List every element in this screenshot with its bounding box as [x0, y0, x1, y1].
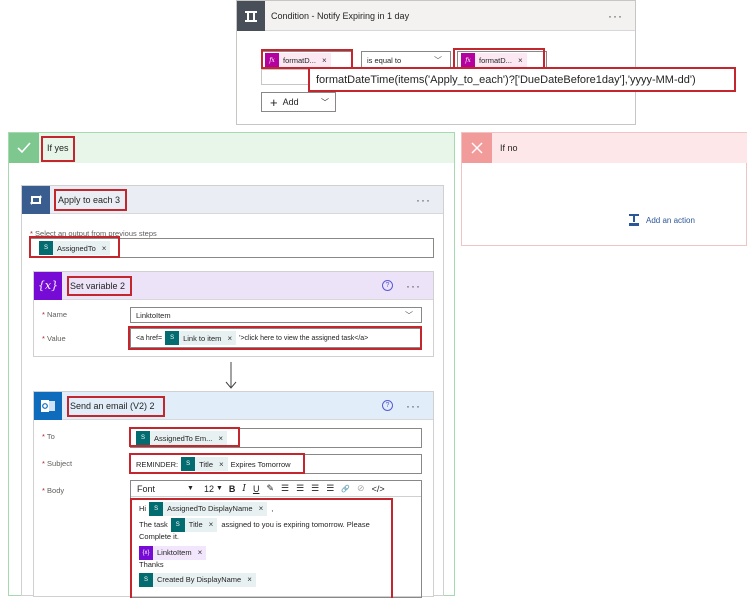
condition-header[interactable]: Condition - Notify Expiring in 1 day ··· [237, 0, 635, 31]
apply-to-each-card: Apply to each 3 ··· * Select an output f… [21, 185, 444, 598]
pen-icon[interactable]: ✎ [266, 483, 274, 494]
check-icon-box [9, 133, 39, 163]
highlight-left-operand [261, 49, 353, 69]
bold-icon[interactable]: B [229, 484, 236, 494]
variable-name-select[interactable]: LinktoItem ﹀ [130, 307, 422, 323]
font-select[interactable]: Font [137, 484, 187, 494]
condition-icon [237, 0, 265, 31]
bullet-list-icon[interactable]: ☰ [281, 483, 289, 494]
more-options-icon[interactable]: ··· [608, 9, 623, 23]
more-options-icon[interactable]: ··· [406, 279, 421, 293]
chevron-down-icon[interactable]: ▼ [187, 485, 194, 492]
to-label: * To [42, 432, 55, 441]
body-label: * Body [42, 486, 65, 495]
chevron-down-icon: ﹀ [321, 97, 329, 107]
underline-icon[interactable]: U [253, 484, 260, 494]
add-button[interactable]: + Add ﹀ [261, 92, 336, 112]
chevron-down-icon[interactable]: ▼ [216, 485, 223, 492]
name-label: * Name [42, 310, 68, 319]
link-icon[interactable]: 🔗 [341, 485, 350, 493]
if-no-branch: If no Add an action [461, 132, 747, 246]
highlight-variable-value [128, 326, 422, 350]
down-arrow-icon [225, 362, 237, 389]
plus-icon: + [270, 94, 278, 110]
more-options-icon[interactable]: ··· [406, 399, 421, 413]
chevron-down-icon: ﹀ [405, 310, 413, 320]
checkmark-icon [17, 142, 31, 154]
add-action-icon [629, 214, 639, 226]
code-view-icon[interactable]: </> [372, 484, 385, 494]
subject-label: * Subject [42, 459, 73, 468]
font-size-select[interactable]: 12 [204, 484, 214, 494]
italic-icon[interactable]: I [242, 484, 246, 494]
send-email-card: Send an email (V2) 2 ? ··· * To S Assigne… [33, 391, 434, 598]
add-action-button[interactable]: Add an action [628, 213, 695, 227]
help-icon[interactable]: ? [382, 400, 393, 411]
if-no-header: If no [462, 133, 747, 163]
chevron-down-icon: ﹀ [434, 55, 442, 65]
condition-card: Condition - Notify Expiring in 1 day ···… [236, 0, 736, 125]
loop-icon [22, 185, 50, 214]
value-label: * Value [42, 334, 66, 343]
variable-icon: {x} [34, 271, 62, 300]
outdent-icon[interactable]: ☰ [311, 483, 319, 494]
add-label: Add [282, 97, 299, 107]
help-icon[interactable]: ? [382, 280, 393, 291]
outlook-icon [34, 391, 62, 420]
highlight-body [130, 498, 393, 598]
add-action-label: Add an action [646, 215, 695, 225]
close-icon [471, 142, 483, 154]
if-yes-header: If yes [9, 133, 454, 163]
numbered-list-icon[interactable]: ☰ [296, 483, 304, 494]
body-toolbar: Font ▼ 12 ▼ B I U ✎ ☰ ☰ ☰ ☰ 🔗 ⊘ </> [131, 481, 421, 497]
if-no-label: If no [500, 143, 518, 153]
highlight-send-email-title [67, 396, 165, 417]
highlight-subject [129, 453, 305, 474]
condition-title: Condition - Notify Expiring in 1 day [271, 10, 410, 21]
condition-row-field[interactable] [261, 69, 311, 85]
highlight-set-variable-title [67, 276, 132, 296]
highlight-apply-title [54, 189, 127, 211]
highlight-to [129, 427, 240, 447]
x-icon-box [462, 133, 492, 163]
unlink-icon[interactable]: ⊘ [357, 483, 365, 494]
set-variable-card: {x} Set variable 2 ? ··· * Name LinktoIt… [33, 271, 434, 357]
more-options-icon[interactable]: ··· [416, 193, 431, 207]
indent-icon[interactable]: ☰ [326, 483, 334, 494]
expression-text: formatDateTime(items('Apply_to_each')?['… [316, 73, 696, 86]
highlight-select-output [29, 236, 120, 258]
expression-tooltip: formatDateTime(items('Apply_to_each')?['… [308, 67, 736, 92]
highlight-if-yes [41, 136, 75, 162]
